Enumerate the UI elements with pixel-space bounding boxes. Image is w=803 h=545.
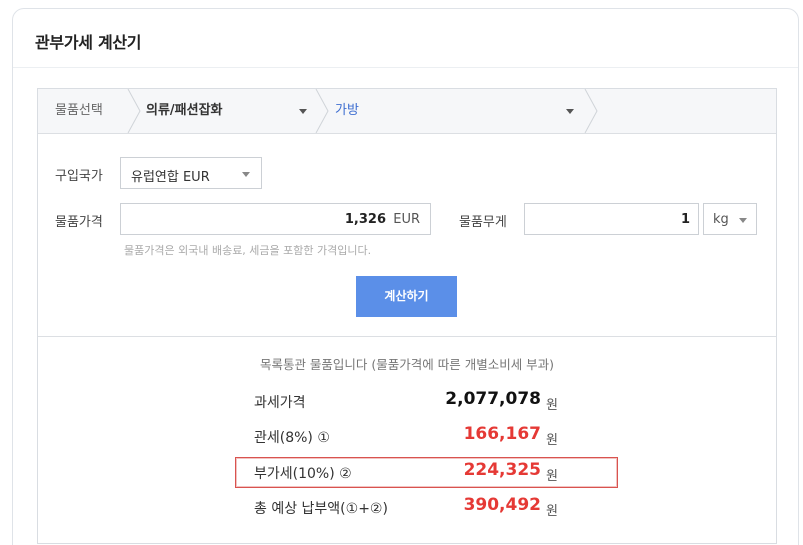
category-level1-dropdown[interactable]: 의류/패션잡화 [142, 89, 314, 133]
result-divider [38, 336, 776, 337]
vat-value: 224,325 [463, 460, 541, 480]
price-currency: EUR [393, 212, 420, 227]
won-unit: 원 [546, 398, 558, 413]
weight-unit-value: kg [713, 212, 729, 227]
customs-duty-value: 166,167 [463, 424, 541, 444]
chevron-down-icon [566, 109, 574, 114]
weight-input[interactable]: 1 [524, 203, 699, 235]
breadcrumb-separator-icon [315, 89, 329, 133]
category-label: 물품선택 [55, 103, 103, 118]
taxable-price-value: 2,077,078 [445, 389, 541, 409]
weight-value: 1 [680, 212, 690, 227]
card-title: 관부가세 계산기 [35, 33, 142, 52]
country-value: 유럽연합 EUR [131, 170, 210, 185]
category-level2-value: 가방 [335, 103, 359, 118]
price-value: 1,326 [344, 212, 386, 227]
chevron-down-icon [242, 172, 250, 177]
category-level2-dropdown[interactable]: 가방 [332, 89, 584, 133]
category-selector: 물품선택 의류/패션잡화 가방 [38, 89, 776, 134]
price-label: 물품가격 [55, 215, 103, 230]
taxable-price-label: 과세가격 [254, 395, 306, 411]
category-level1-value: 의류/패션잡화 [146, 103, 223, 118]
country-label: 구입국가 [55, 169, 103, 184]
result-note: 목록통관 물품입니다 (물품가격에 따른 개별소비세 부과) [259, 357, 555, 372]
calculate-button[interactable]: 계산하기 [356, 276, 457, 317]
chevron-down-icon [739, 218, 747, 223]
country-select[interactable]: 유럽연합 EUR [120, 157, 262, 189]
total-payment-label: 총 예상 납부액(①+②) [254, 501, 388, 517]
won-unit: 원 [546, 433, 558, 448]
breadcrumb-separator-icon [584, 89, 598, 133]
total-payment-value: 390,492 [463, 495, 541, 515]
won-unit: 원 [546, 504, 558, 519]
chevron-down-icon [299, 109, 307, 114]
vat-label: 부가세(10%) ② [254, 466, 352, 482]
weight-unit-select[interactable]: kg [703, 203, 757, 235]
won-unit: 원 [546, 469, 558, 484]
weight-label: 물품무게 [459, 215, 507, 230]
price-input[interactable]: 1,326 EUR [120, 203, 431, 235]
title-divider [13, 67, 798, 68]
calculator-panel: 물품선택 의류/패션잡화 가방 구입국가 유럽연합 EUR 물품가격 1,326… [37, 88, 777, 544]
price-hint: 물품가격은 외국내 배송료, 세금을 포함한 가격입니다. [124, 244, 372, 257]
tax-calculator-card: 관부가세 계산기 물품선택 의류/패션잡화 가방 구입국가 유럽연합 EUR 물… [12, 8, 799, 545]
breadcrumb-separator-icon [127, 89, 141, 133]
customs-duty-label: 관세(8%) ① [254, 430, 330, 446]
